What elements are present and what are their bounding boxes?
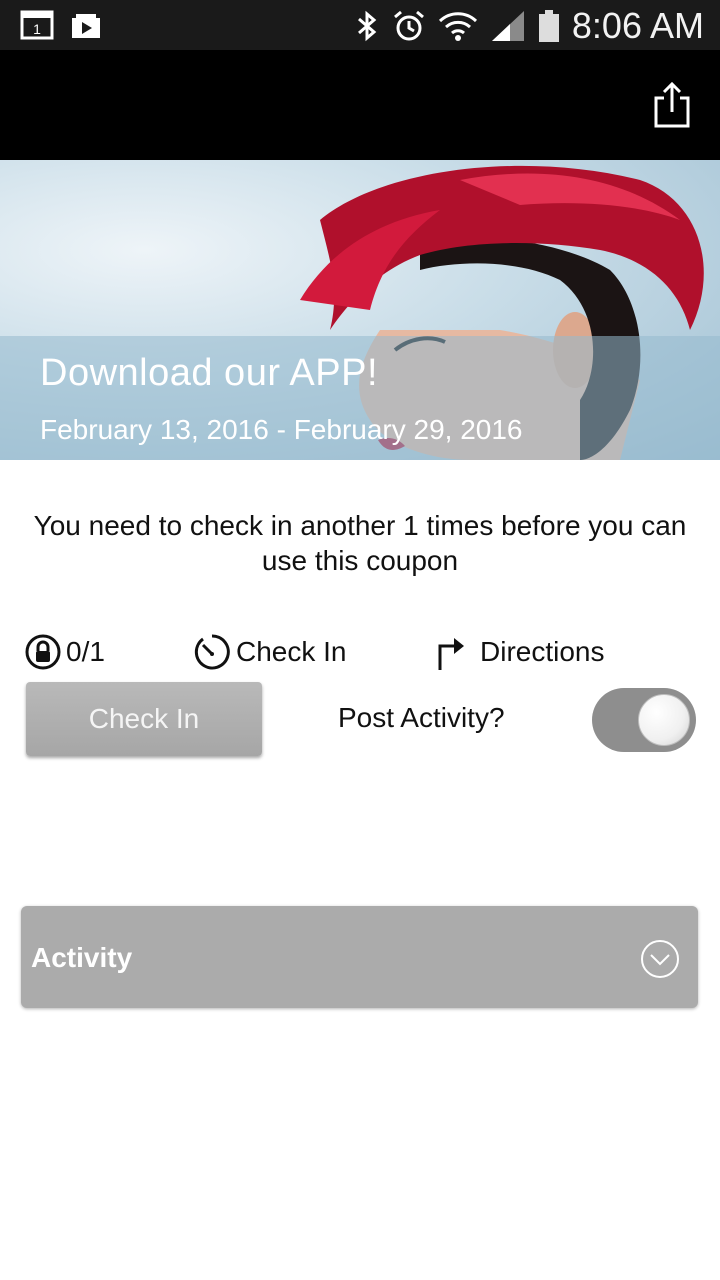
top-toolbar [0, 50, 720, 160]
promo-date-range: February 13, 2016 - February 29, 2016 [40, 414, 523, 445]
directions-label: Directions [480, 636, 605, 667]
progress-count: 0/1 [66, 636, 105, 667]
stats-row: 0/1 Check In Directions [0, 628, 720, 676]
promo-banner: Download our APP! February 13, 2016 - Fe… [0, 160, 720, 460]
promo-title: Download our APP! [40, 352, 379, 394]
battery-icon [538, 10, 559, 42]
share-button[interactable] [652, 80, 692, 130]
status-bar: 1 8:06 AM [0, 0, 720, 50]
calendar-icon: 1 [20, 10, 54, 40]
lock-icon [25, 634, 61, 670]
status-time: 8:06 AM [571, 5, 704, 46]
alarm-icon [393, 10, 424, 41]
post-activity-toggle[interactable] [592, 688, 696, 752]
signal-icon [491, 11, 524, 41]
directions-link[interactable]: Directions [434, 628, 604, 676]
check-in-button[interactable]: Check In [26, 682, 262, 756]
svg-text:1: 1 [33, 21, 41, 37]
checkin-stat[interactable]: Check In [192, 628, 347, 676]
share-icon [654, 81, 690, 128]
activity-section-header[interactable]: Activity [21, 906, 698, 1008]
post-activity-label: Post Activity? [338, 702, 505, 733]
directions-arrow-icon [438, 638, 464, 670]
checkin-requirement-text: You need to check in another 1 times bef… [33, 510, 687, 576]
toggle-knob [638, 694, 690, 746]
media-icon [72, 14, 100, 38]
bluetooth-icon [357, 10, 377, 42]
activity-label: Activity [31, 942, 133, 973]
timer-icon [194, 634, 230, 670]
chevron-down-icon [641, 940, 679, 978]
checkin-stat-label: Check In [236, 636, 347, 667]
checkin-progress: 0/1 [24, 628, 105, 676]
wifi-icon [438, 12, 477, 41]
